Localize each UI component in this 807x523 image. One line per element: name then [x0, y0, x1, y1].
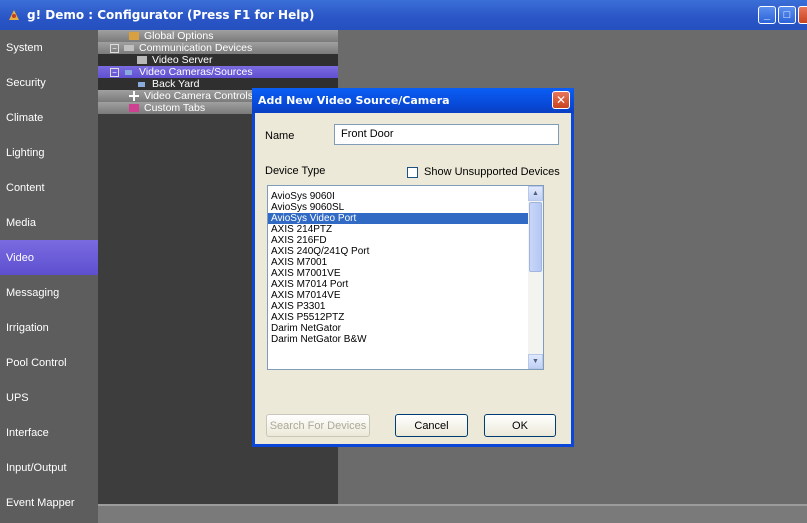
scroll-thumb[interactable] — [529, 202, 542, 272]
server-icon — [137, 56, 147, 64]
tree-item-label: Video Server — [152, 54, 213, 66]
scroll-down-button[interactable]: ▼ — [528, 354, 543, 369]
nav-item-label: Messaging — [6, 286, 60, 299]
show-unsupported-label: Show Unsupported Devices — [424, 166, 560, 178]
device-list-item[interactable]: Darim NetGator — [268, 323, 530, 334]
device-list-item[interactable]: AXIS 214PTZ — [268, 224, 530, 235]
close-window-button[interactable] — [798, 6, 807, 24]
tree-item-label: Back Yard — [152, 78, 200, 90]
nav-item-label: Event Mapper — [6, 496, 75, 509]
title-bar: g! Demo : Configurator (Press F1 for Hel… — [0, 0, 807, 30]
device-list[interactable]: AvioSys 9060I AvioSys 9060SL AvioSys Video… — [267, 185, 544, 370]
nav-item-interface[interactable]: Interface — [0, 415, 98, 450]
maximize-button[interactable]: □ — [778, 6, 796, 24]
name-label: Name — [265, 130, 295, 142]
device-list-item[interactable]: AvioSys 9060I — [268, 191, 530, 202]
device-list-item[interactable]: AXIS 240Q/241Q Port — [268, 246, 530, 257]
nav-item-label: Climate — [6, 111, 44, 124]
nav-item-label: Irrigation — [6, 321, 49, 334]
nav-item-label: Lighting — [6, 146, 45, 159]
dialog-title: Add New Video Source/Camera — [258, 94, 450, 107]
joystick-icon — [129, 91, 139, 101]
cancel-button[interactable]: Cancel — [395, 414, 468, 437]
nav-item-event-mapper[interactable]: Event Mapper — [0, 485, 98, 520]
nav-item-ups[interactable]: UPS — [0, 380, 98, 415]
tree-item-global-options[interactable]: Global Options — [98, 30, 338, 42]
nav-item-input-output[interactable]: Input/Output — [0, 450, 98, 485]
nav-item-label: Content — [6, 181, 45, 194]
add-camera-dialog: Add New Video Source/Camera ✕ Name Front… — [252, 88, 574, 447]
nav-item-label: Interface — [6, 426, 49, 439]
name-input[interactable]: Front Door — [334, 124, 559, 145]
nav-item-label: Input/Output — [6, 461, 67, 474]
nav-item-lighting[interactable]: Lighting — [0, 135, 98, 170]
nav-item-climate[interactable]: Climate — [0, 100, 98, 135]
nav-item-messaging[interactable]: Messaging — [0, 275, 98, 310]
window-title: g! Demo : Configurator (Press F1 for Hel… — [27, 8, 315, 22]
nav-item-label: System — [6, 41, 43, 54]
nav-item-label: Media — [6, 216, 36, 229]
status-bar — [98, 504, 807, 523]
main-nav: System Security Climate Lighting Content Medi… — [0, 30, 98, 523]
dialog-title-bar: Add New Video Source/Camera ✕ — [252, 88, 574, 113]
tree-item-label: Custom Tabs — [144, 102, 206, 114]
collapse-icon[interactable]: − — [110, 43, 119, 53]
collapse-icon[interactable]: − — [110, 67, 119, 77]
scroll-up-button[interactable]: ▲ — [528, 186, 543, 201]
dialog-close-button[interactable]: ✕ — [552, 91, 570, 109]
tree-item-label: Communication Devices — [139, 42, 253, 54]
nav-item-label: UPS — [6, 391, 29, 404]
device-list-item[interactable]: AXIS M7001 — [268, 257, 530, 268]
tree-item-communication-devices[interactable]: − Communication Devices — [98, 42, 338, 54]
tree-item-label: Global Options — [144, 30, 214, 42]
network-icon — [124, 45, 134, 51]
device-list-item[interactable]: AvioSys Video Port — [268, 213, 530, 224]
tree-item-video-cameras-sources[interactable]: − Video Cameras/Sources — [98, 66, 338, 78]
nav-item-content[interactable]: Content — [0, 170, 98, 205]
camera-icon — [125, 70, 132, 75]
nav-item-pool-control[interactable]: Pool Control — [0, 345, 98, 380]
device-list-item[interactable]: AXIS 216FD — [268, 235, 530, 246]
device-list-scrollbar[interactable]: ▲ ▼ — [528, 186, 543, 369]
checkbox-box[interactable] — [407, 166, 418, 178]
nav-item-security[interactable]: Security — [0, 65, 98, 100]
nav-item-label: Video — [6, 251, 34, 264]
tree-item-label: Video Camera Controls — [144, 90, 253, 102]
device-list-item[interactable]: AXIS P5512PTZ — [268, 312, 530, 323]
wrench-icon — [129, 32, 139, 40]
camera-icon — [138, 82, 145, 87]
device-list-item[interactable]: AXIS P3301 — [268, 301, 530, 312]
nav-item-media[interactable]: Media — [0, 205, 98, 240]
device-list-item[interactable]: AXIS M7014 Port — [268, 279, 530, 290]
nav-item-label: Security — [6, 76, 46, 89]
device-list-item[interactable]: AXIS M7001VE — [268, 268, 530, 279]
device-list-item[interactable]: AXIS M7014VE — [268, 290, 530, 301]
tabs-icon — [129, 104, 139, 112]
ok-button[interactable]: OK — [484, 414, 556, 437]
nav-item-label: Pool Control — [6, 356, 67, 369]
tree-item-video-server[interactable]: Video Server — [98, 54, 338, 66]
device-list-item[interactable]: Darim NetGator B&W — [268, 334, 530, 345]
tree-item-label: Video Cameras/Sources — [139, 66, 253, 78]
nav-item-video[interactable]: Video — [0, 240, 98, 275]
nav-item-system[interactable]: System — [0, 30, 98, 65]
search-devices-button[interactable]: Search For Devices — [266, 414, 370, 437]
device-list-item[interactable]: AvioSys 9060SL — [268, 202, 530, 213]
device-type-label: Device Type — [265, 165, 326, 177]
show-unsupported-checkbox[interactable]: Show Unsupported Devices — [407, 166, 560, 178]
nav-item-irrigation[interactable]: Irrigation — [0, 310, 98, 345]
app-icon — [9, 10, 19, 20]
minimize-button[interactable]: _ — [758, 6, 776, 24]
